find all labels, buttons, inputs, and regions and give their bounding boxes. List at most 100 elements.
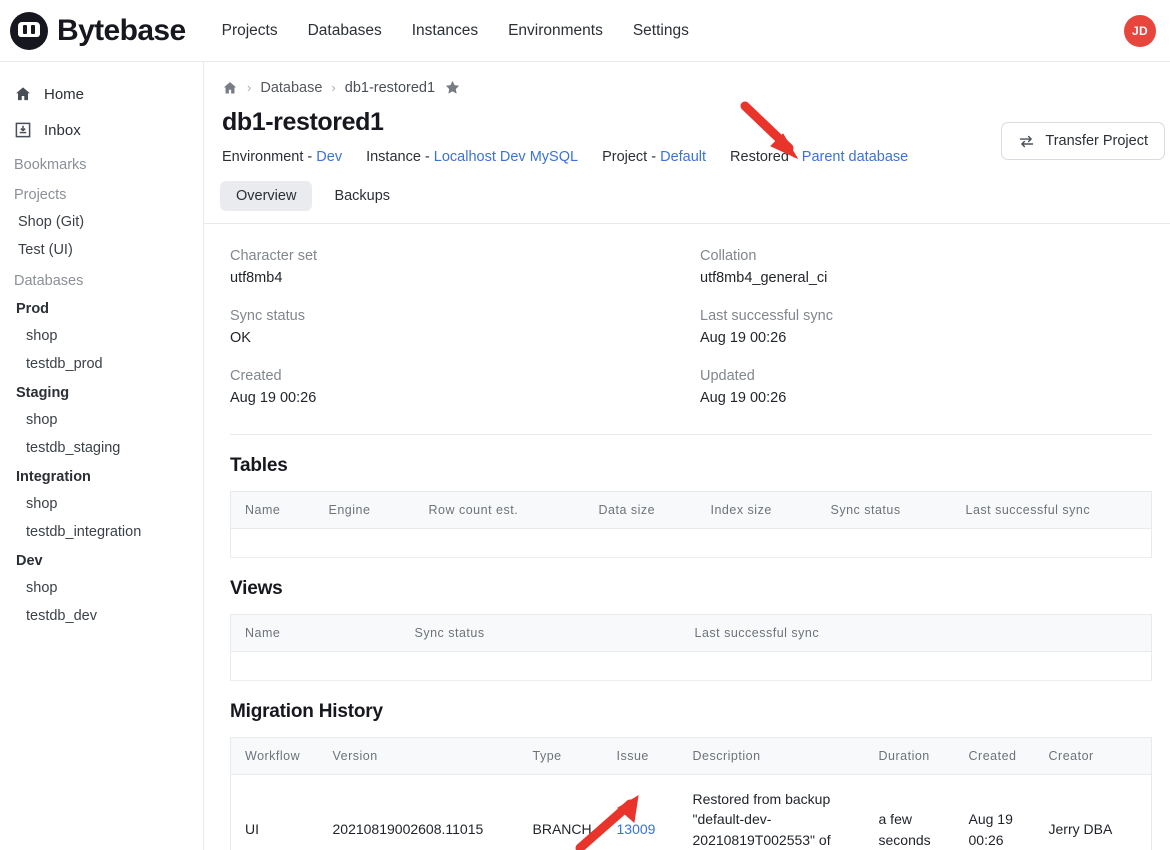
avatar[interactable]: JD	[1124, 15, 1156, 47]
col-engine[interactable]: Engine	[314, 491, 415, 529]
top-navigation-bar: Bytebase Projects Databases Instances En…	[0, 0, 1170, 62]
meta-restored: Restored - Parent database	[730, 149, 908, 165]
main-content: › Database › db1-restored1 db1-restored1…	[204, 62, 1170, 850]
table-row[interactable]: UI 20210819002608.11015 BRANCH 13009 Res…	[230, 774, 1152, 850]
col-last-successful-sync[interactable]: Last successful sync	[680, 614, 1152, 652]
database-info-grid: Character set utf8mb4 Collation utf8mb4_…	[230, 224, 1152, 406]
sidebar-group-dev[interactable]: Dev	[0, 546, 203, 574]
sidebar-db-integration-shop[interactable]: shop	[0, 490, 203, 518]
overview-panel: Character set utf8mb4 Collation utf8mb4_…	[204, 224, 1170, 850]
info-last-successful-sync: Last successful sync Aug 19 00:26	[700, 308, 1152, 346]
col-version[interactable]: Version	[318, 737, 519, 775]
cell-creator: Jerry DBA	[1034, 774, 1152, 850]
tables-section-title: Tables	[230, 455, 288, 476]
transfer-arrows-icon	[1020, 135, 1034, 147]
info-character-set-value: utf8mb4	[230, 270, 283, 286]
home-icon[interactable]	[222, 80, 238, 96]
sidebar-section-databases: Databases	[14, 273, 84, 289]
sidebar-group-staging[interactable]: Staging	[0, 378, 203, 406]
col-name[interactable]: Name	[230, 614, 401, 652]
meta-instance: Instance - Localhost Dev MySQL	[366, 149, 578, 165]
col-creator[interactable]: Creator	[1034, 737, 1152, 775]
meta-instance-label: Instance -	[366, 149, 430, 165]
info-last-successful-sync-label: Last successful sync	[700, 308, 833, 324]
sidebar-item-inbox[interactable]: Inbox	[0, 112, 203, 148]
table-header-row: Name Engine Row count est. Data size Ind…	[230, 491, 1152, 529]
nav-link-instances[interactable]: Instances	[412, 22, 478, 40]
sidebar: Home Inbox Bookmarks Projects Shop (Git)…	[0, 62, 204, 850]
breadcrumb-item-current[interactable]: db1-restored1	[345, 80, 435, 96]
info-created-label: Created	[230, 368, 282, 384]
col-issue[interactable]: Issue	[602, 737, 679, 775]
col-data-size[interactable]: Data size	[584, 491, 697, 529]
col-type[interactable]: Type	[518, 737, 603, 775]
tab-bar: Overview Backups	[204, 165, 1170, 211]
sidebar-section-bookmarks: Bookmarks	[14, 157, 87, 173]
sidebar-item-inbox-label: Inbox	[44, 121, 81, 139]
breadcrumb: › Database › db1-restored1	[204, 62, 1170, 96]
sidebar-db-testdb-prod[interactable]: testdb_prod	[0, 350, 203, 378]
cell-type: BRANCH	[518, 774, 603, 850]
main-nav-links: Projects Databases Instances Environment…	[222, 22, 689, 40]
sidebar-group-integration[interactable]: Integration	[0, 462, 203, 490]
views-table-body	[230, 651, 1152, 681]
transfer-project-label: Transfer Project	[1045, 133, 1148, 149]
migration-history-table-body: UI 20210819002608.11015 BRANCH 13009 Res…	[230, 774, 1152, 850]
sidebar-item-home-label: Home	[44, 85, 85, 103]
info-updated: Updated Aug 19 00:26	[700, 368, 1152, 406]
col-index-size[interactable]: Index size	[696, 491, 817, 529]
breadcrumb-separator: ›	[331, 80, 336, 95]
sidebar-db-testdb-integration[interactable]: testdb_integration	[0, 518, 203, 546]
info-updated-label: Updated	[700, 368, 755, 384]
meta-environment-label: Environment -	[222, 149, 313, 165]
col-last-successful-sync[interactable]: Last successful sync	[951, 491, 1152, 529]
col-sync-status[interactable]: Sync status	[400, 614, 681, 652]
sidebar-section-projects: Projects	[14, 187, 67, 203]
col-description[interactable]: Description	[678, 737, 865, 775]
col-duration[interactable]: Duration	[864, 737, 955, 775]
info-sync-status-label: Sync status	[230, 308, 305, 324]
sidebar-db-dev-shop[interactable]: shop	[0, 574, 203, 602]
info-created: Created Aug 19 00:26	[230, 368, 700, 406]
sidebar-project-shop-git[interactable]: Shop (Git)	[0, 208, 203, 236]
sidebar-db-staging-shop[interactable]: shop	[0, 406, 203, 434]
info-character-set: Character set utf8mb4	[230, 248, 700, 286]
col-sync-status[interactable]: Sync status	[816, 491, 952, 529]
info-collation: Collation utf8mb4_general_ci	[700, 248, 1152, 286]
sidebar-db-testdb-dev[interactable]: testdb_dev	[0, 602, 203, 630]
tab-backups[interactable]: Backups	[318, 181, 406, 211]
info-updated-value: Aug 19 00:26	[700, 390, 787, 406]
col-workflow[interactable]: Workflow	[230, 737, 319, 775]
breadcrumb-item-database[interactable]: Database	[260, 80, 322, 96]
sidebar-db-prod-shop[interactable]: shop	[0, 322, 203, 350]
col-name[interactable]: Name	[230, 491, 315, 529]
meta-restored-label: Restored -	[730, 149, 798, 165]
sidebar-item-home[interactable]: Home	[0, 76, 203, 112]
nav-link-settings[interactable]: Settings	[633, 22, 689, 40]
tables-table: Name Engine Row count est. Data size Ind…	[230, 491, 1152, 558]
meta-instance-value[interactable]: Localhost Dev MySQL	[434, 149, 578, 165]
nav-link-databases[interactable]: Databases	[308, 22, 382, 40]
col-row-count-est[interactable]: Row count est.	[414, 491, 585, 529]
brand[interactable]: Bytebase	[10, 11, 186, 50]
views-table: Name Sync status Last successful sync	[230, 614, 1152, 681]
nav-link-projects[interactable]: Projects	[222, 22, 278, 40]
meta-environment-value[interactable]: Dev	[316, 149, 342, 165]
cell-workflow: UI	[230, 774, 319, 850]
sidebar-db-testdb-staging[interactable]: testdb_staging	[0, 434, 203, 462]
transfer-project-button[interactable]: Transfer Project	[1001, 122, 1165, 160]
info-last-successful-sync-value: Aug 19 00:26	[700, 330, 787, 346]
meta-project-value[interactable]: Default	[660, 149, 706, 165]
sidebar-group-prod[interactable]: Prod	[0, 294, 203, 322]
nav-link-environments[interactable]: Environments	[508, 22, 603, 40]
issue-link[interactable]: 13009	[617, 821, 656, 837]
col-created[interactable]: Created	[954, 737, 1035, 775]
table-header-row: Name Sync status Last successful sync	[230, 614, 1152, 652]
sidebar-project-test-ui[interactable]: Test (UI)	[0, 236, 203, 264]
meta-restored-value[interactable]: Parent database	[802, 149, 908, 165]
star-icon[interactable]	[444, 79, 461, 96]
meta-project-label: Project -	[602, 149, 657, 165]
migration-history-table: Workflow Version Type Issue Description …	[230, 737, 1152, 850]
info-sync-status: Sync status OK	[230, 308, 700, 346]
tab-overview[interactable]: Overview	[220, 181, 313, 211]
